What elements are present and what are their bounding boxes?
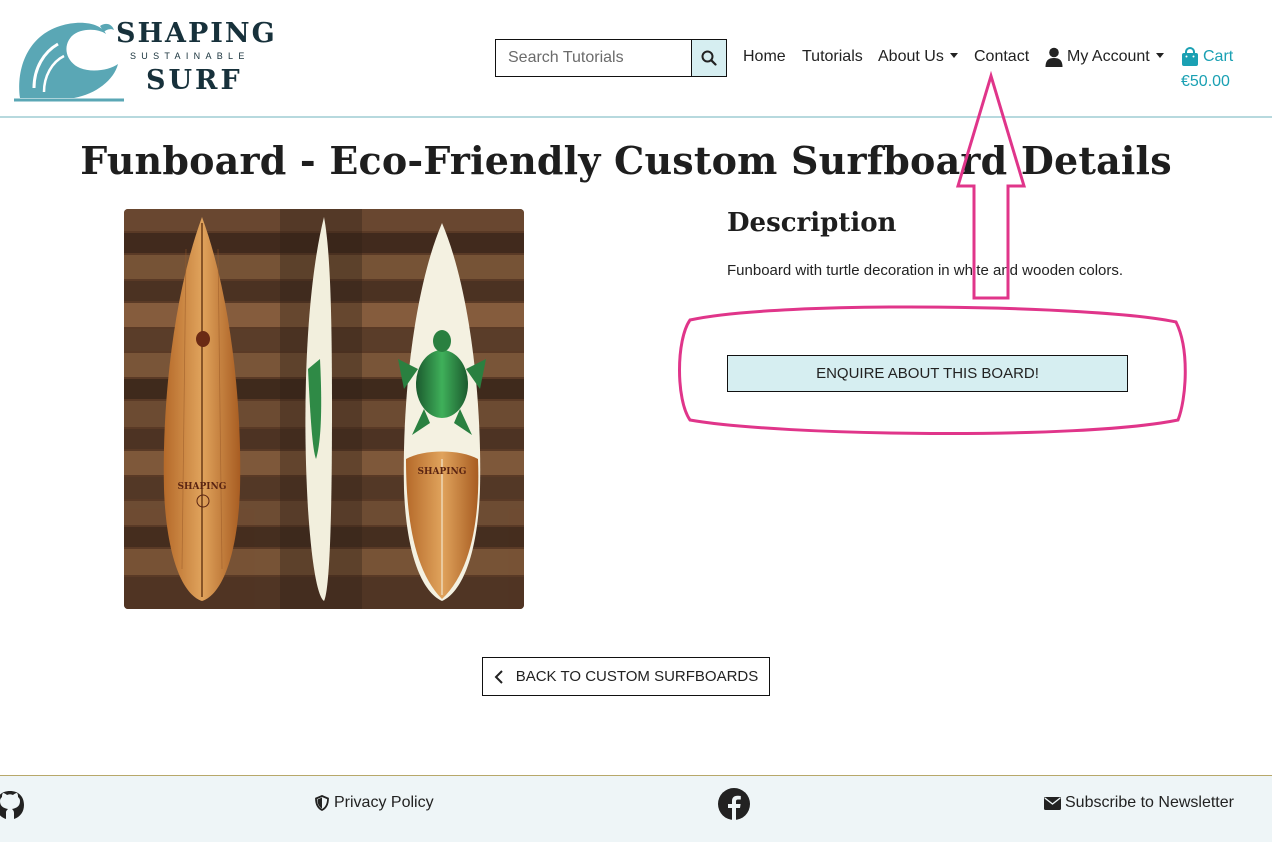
search-form xyxy=(495,39,727,77)
logo-text-surf: SURF xyxy=(146,65,243,96)
search-button[interactable] xyxy=(691,39,727,77)
nav-about-us-label: About Us xyxy=(878,48,944,65)
enquire-button[interactable]: ENQUIRE ABOUT THIS BOARD! xyxy=(727,355,1128,392)
logo-text-shaping: SHAPING xyxy=(116,18,277,49)
newsletter-link[interactable]: Subscribe to Newsletter xyxy=(1044,794,1234,812)
nav-about-us[interactable]: About Us xyxy=(878,48,958,66)
surfboard-photo: SHAPING SHAPING xyxy=(124,209,524,609)
chevron-left-icon xyxy=(494,669,503,684)
page-title: Funboard - Eco-Friendly Custom Surfboard… xyxy=(80,138,1172,183)
nav-my-account-label: My Account xyxy=(1067,48,1150,65)
back-to-surfboards-button[interactable]: BACK TO CUSTOM SURFBOARDS xyxy=(482,657,770,696)
nav-contact[interactable]: Contact xyxy=(974,48,1029,66)
nav-tutorials[interactable]: Tutorials xyxy=(802,48,863,66)
user-icon xyxy=(1045,47,1063,67)
site-footer: Privacy Policy Subscribe to Newsletter xyxy=(0,775,1272,842)
cart-label: Cart xyxy=(1203,48,1234,65)
description-text: Funboard with turtle decoration in white… xyxy=(727,262,1124,279)
back-button-label: BACK TO CUSTOM SURFBOARDS xyxy=(515,668,759,685)
privacy-policy-label: Privacy Policy xyxy=(334,794,434,811)
board-brand-text: SHAPING xyxy=(418,467,467,477)
shield-icon xyxy=(315,795,329,811)
search-input[interactable] xyxy=(495,39,691,77)
github-icon xyxy=(0,791,24,819)
board-brand-text: SHAPING xyxy=(178,482,227,492)
site-logo[interactable]: SHAPING SUSTAINABLE SURF xyxy=(14,18,277,102)
caret-down-icon xyxy=(1155,53,1164,58)
facebook-link[interactable] xyxy=(718,788,750,820)
facebook-icon xyxy=(718,788,750,820)
product-image: SHAPING SHAPING xyxy=(124,209,524,609)
github-link[interactable] xyxy=(0,790,28,820)
nav-home[interactable]: Home xyxy=(743,48,786,66)
cart-link[interactable]: Cart €50.00 xyxy=(1181,47,1233,91)
cart-total: €50.00 xyxy=(1181,73,1230,90)
envelope-icon xyxy=(1044,796,1061,810)
search-icon xyxy=(701,50,717,66)
shopping-bag-icon xyxy=(1182,47,1198,66)
site-header: SHAPING SUSTAINABLE SURF Home Tutorials … xyxy=(0,0,1272,118)
privacy-policy-link[interactable]: Privacy Policy xyxy=(315,794,434,812)
nav-my-account[interactable]: My Account xyxy=(1045,47,1164,67)
caret-down-icon xyxy=(949,52,958,58)
logo-text-sustainable: SUSTAINABLE xyxy=(130,51,250,61)
description-heading: Description xyxy=(727,208,897,238)
newsletter-label: Subscribe to Newsletter xyxy=(1065,794,1234,811)
